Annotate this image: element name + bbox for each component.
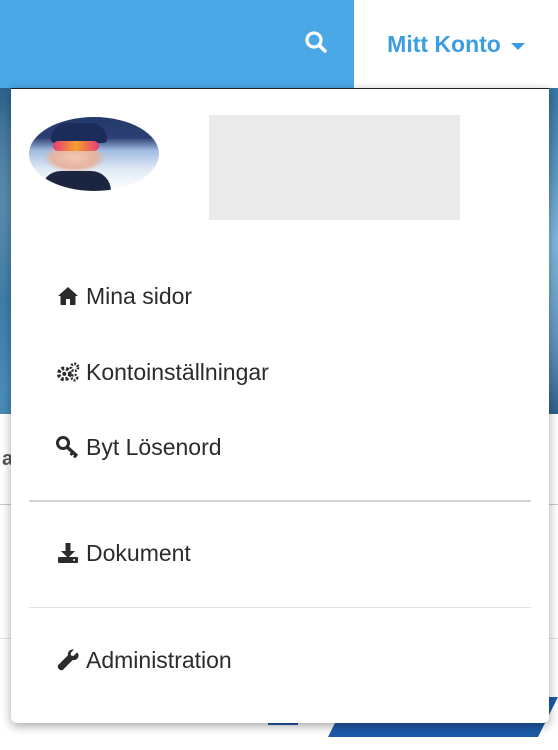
caret-down-icon	[510, 42, 525, 50]
account-menu-label: Mitt Konto	[387, 30, 501, 57]
account-dropdown: Mina sidor Kontoinställningar Byt Löseno…	[11, 88, 549, 723]
menu-item-byt-losenord[interactable]: Byt Lösenord	[56, 429, 222, 465]
menu-divider	[29, 500, 531, 502]
menu-item-mina-sidor[interactable]: Mina sidor	[56, 278, 192, 314]
key-icon	[56, 435, 80, 459]
menu-item-label: Administration	[86, 646, 232, 673]
menu-item-dokument[interactable]: Dokument	[56, 535, 191, 571]
menu-item-kontoinstallningar[interactable]: Kontoinställningar	[56, 354, 269, 390]
home-icon	[56, 284, 80, 308]
menu-item-label: Dokument	[86, 539, 191, 566]
search-icon	[304, 30, 328, 59]
wrench-icon	[56, 648, 80, 672]
menu-item-administration[interactable]: Administration	[56, 642, 232, 678]
menu-divider	[29, 607, 531, 608]
menu-item-label: Mina sidor	[86, 282, 193, 309]
gears-icon	[56, 360, 80, 384]
account-menu-button[interactable]: Mitt Konto	[354, 0, 558, 88]
search-button[interactable]	[296, 26, 336, 62]
menu-item-label: Byt Lösenord	[86, 433, 222, 460]
menu-item-label: Kontoinställningar	[86, 358, 269, 385]
download-icon	[56, 541, 80, 565]
user-info-placeholder	[209, 115, 460, 220]
avatar	[29, 117, 159, 191]
